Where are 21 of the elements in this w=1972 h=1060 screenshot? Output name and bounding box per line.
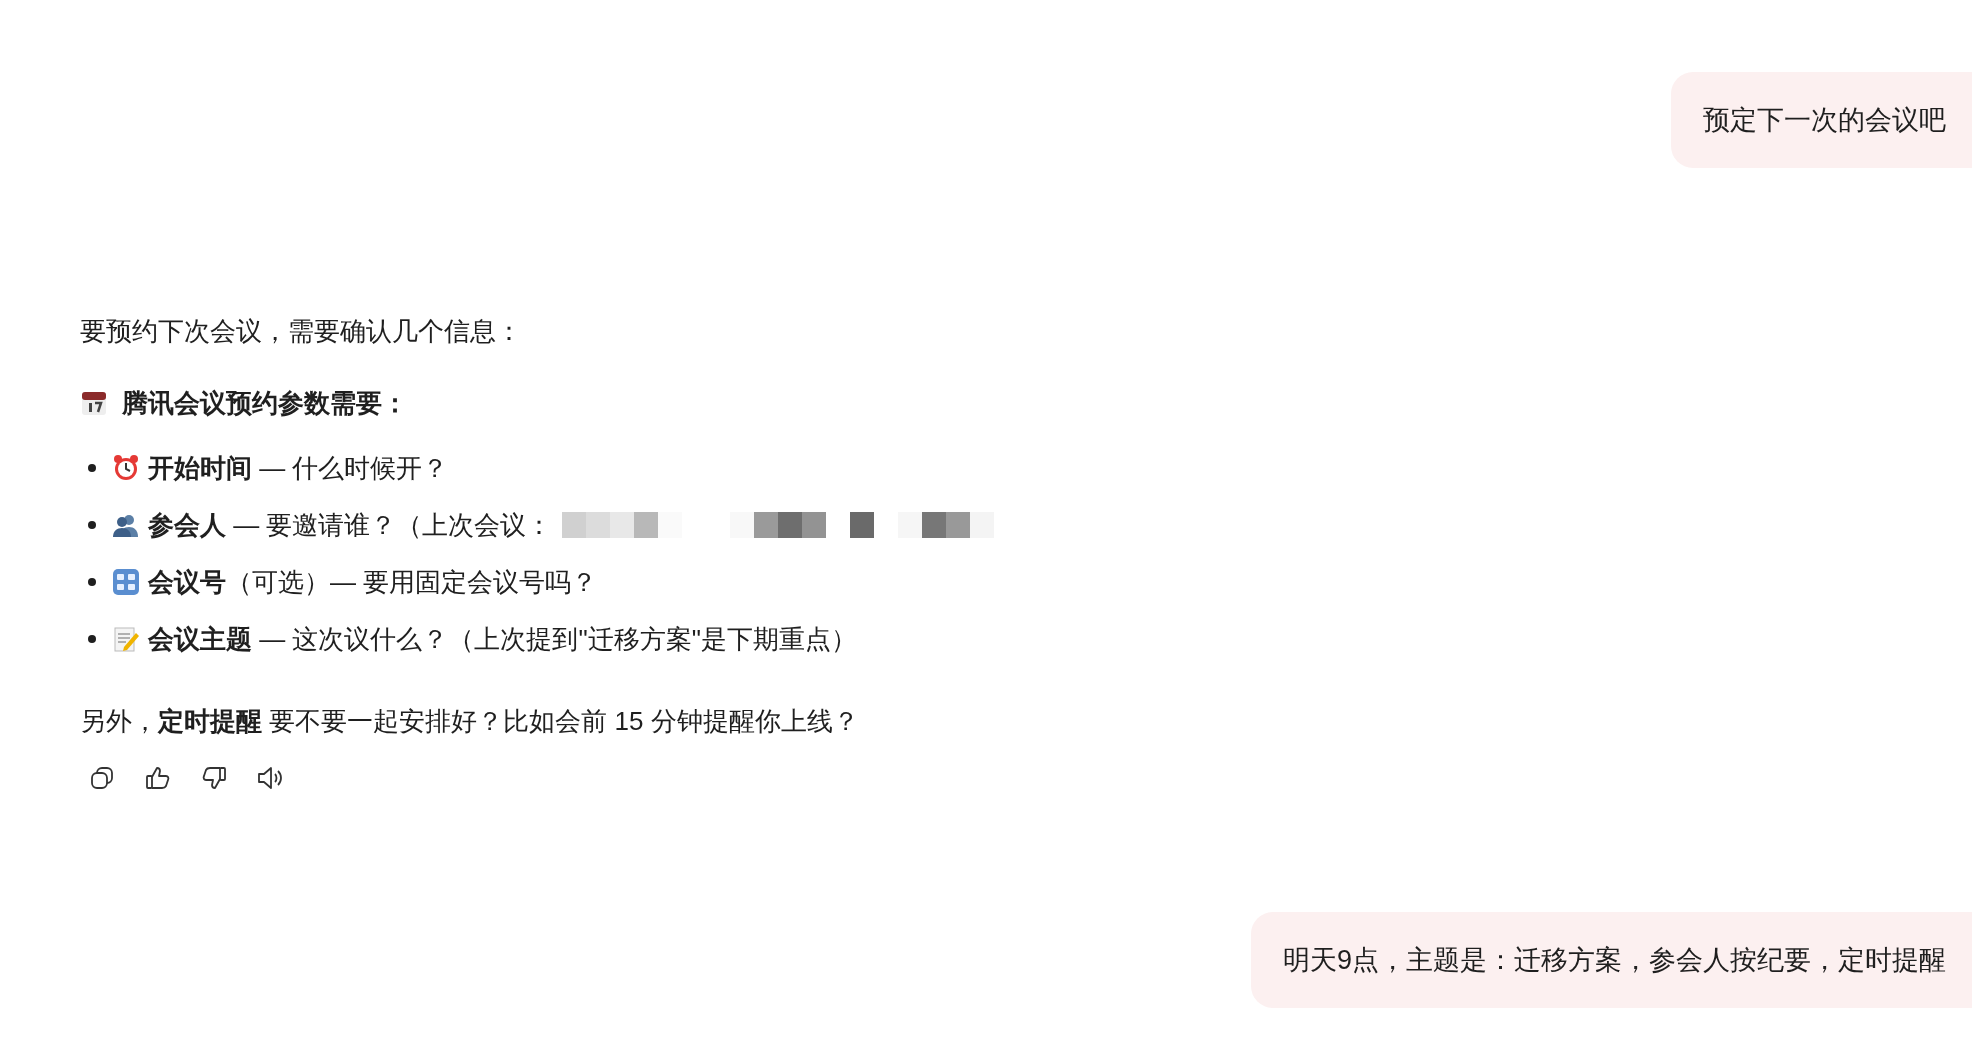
bullet-icon <box>88 635 96 643</box>
list-item-text: 会议主题 — 这次议什么？（上次提到"迁移方案"是下期重点） <box>148 623 857 656</box>
thumbs-up-icon[interactable] <box>144 764 172 792</box>
speaker-icon[interactable] <box>256 764 284 792</box>
list-item-text: 开始时间 — 什么时候开？ <box>148 452 449 485</box>
number-key-icon <box>112 568 140 596</box>
list-item-text: 会议号（可选）— 要用固定会议号吗？ <box>148 566 598 599</box>
answer-outro: 另外，定时提醒 要不要一起安排好？比如会前 15 分钟提醒你上线？ <box>80 705 860 738</box>
calendar-icon <box>80 389 108 417</box>
list-item-text: 参会人 — 要邀请谁？（上次会议： <box>148 509 553 542</box>
memo-pencil-icon <box>112 625 140 653</box>
answer-heading: 腾讯会议预约参数需要： <box>122 387 408 420</box>
bullet-icon <box>88 464 96 472</box>
thumbs-down-icon[interactable] <box>200 764 228 792</box>
copy-icon[interactable] <box>88 764 116 792</box>
bullet-icon <box>88 578 96 586</box>
alarm-clock-icon <box>112 454 140 482</box>
answer-intro: 要预约下次会议，需要确认几个信息： <box>80 315 523 348</box>
user-message: 预定下一次的会议吧 <box>1671 72 1972 168</box>
user-message: 明天9点，主题是：迁移方案，参会人按纪要，定时提醒 <box>1250 912 1972 1008</box>
bullet-icon <box>88 521 96 529</box>
